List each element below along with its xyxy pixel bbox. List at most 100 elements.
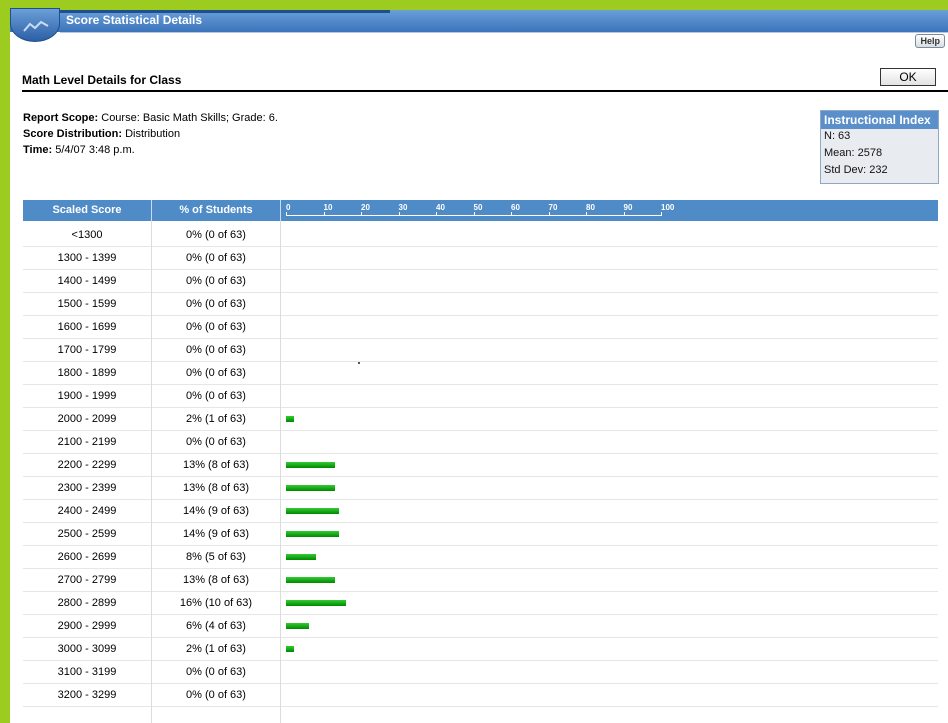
- column-header-percent: % of Students: [179, 204, 253, 216]
- distribution-bar: [286, 623, 309, 629]
- app-logo-icon: [10, 8, 60, 42]
- scale-tick-label: 40: [436, 203, 445, 212]
- distribution-bar: [286, 485, 335, 491]
- scale-tick: [286, 212, 287, 216]
- column-divider: [151, 221, 152, 723]
- distribution-bar: [286, 600, 346, 606]
- scaled-score-cell: 1800 - 1899: [57, 367, 117, 379]
- percent-students-cell: 13% (8 of 63): [182, 482, 250, 494]
- table-row: <1300 0% (0 of 63): [23, 224, 938, 247]
- distribution-bar: [286, 416, 294, 422]
- scale-tick: [548, 212, 550, 216]
- percent-students-cell: 13% (8 of 63): [182, 459, 250, 471]
- scaled-score-cell: 2200 - 2299: [57, 459, 117, 471]
- distribution-bar: [286, 462, 335, 468]
- percent-students-cell: 2% (1 of 63): [186, 643, 246, 655]
- scale-tick: [586, 212, 587, 216]
- page-title: Math Level Details for Class: [22, 73, 182, 87]
- table-row: 2300 - 2399 13% (8 of 63): [23, 477, 938, 500]
- help-button[interactable]: Help: [915, 34, 945, 48]
- scaled-score-cell: 1900 - 1999: [57, 390, 117, 402]
- table-row: 2800 - 2899 16% (10 of 63): [23, 592, 938, 615]
- table-row: 3200 - 3299 0% (0 of 63): [23, 684, 938, 707]
- table-row: 2100 - 2199 0% (0 of 63): [23, 431, 938, 454]
- index-mean: Mean: 2578: [824, 147, 883, 159]
- title-divider: [22, 90, 948, 92]
- report-time-value: 5/4/07 3:48 p.m.: [52, 144, 135, 156]
- scaled-score-cell: 1300 - 1399: [57, 252, 117, 264]
- percent-students-cell: 13% (8 of 63): [182, 574, 250, 586]
- table-header: Scaled Score % of Students 0 10 20 30 40 50 60…: [23, 200, 938, 221]
- scaled-score-cell: 2000 - 2099: [57, 413, 117, 425]
- scaled-score-cell: 2600 - 2699: [57, 551, 117, 563]
- table-row: 1600 - 1699 0% (0 of 63): [23, 316, 938, 339]
- scale-tick-label: 60: [511, 203, 520, 212]
- score-distribution-label: Score Distribution:: [23, 128, 123, 140]
- scale-tick-label: 50: [473, 203, 483, 212]
- table-row: 1800 - 1899 0% (0 of 63): [23, 362, 938, 385]
- table-row: 1400 - 1499 0% (0 of 63): [23, 270, 938, 293]
- table-row: 2200 - 2299 13% (8 of 63): [23, 454, 938, 477]
- table-row: 2700 - 2799 13% (8 of 63): [23, 569, 938, 592]
- scaled-score-cell: 2500 - 2599: [57, 528, 117, 540]
- scale-tick-label: 90: [623, 203, 633, 212]
- scale-tick-label: 0: [286, 203, 291, 212]
- scaled-score-cell: 3100 - 3199: [57, 666, 117, 678]
- instructional-index-title: Instructional Index: [821, 111, 938, 129]
- percent-students-cell: 0% (0 of 63): [186, 436, 246, 448]
- header-divider: [280, 200, 281, 221]
- score-distribution-value: Distribution: [122, 128, 181, 140]
- percent-students-cell: 0% (0 of 63): [186, 298, 246, 310]
- percent-students-cell: 0% (0 of 63): [186, 390, 246, 402]
- table-row: 1900 - 1999 0% (0 of 63): [23, 385, 938, 408]
- table-row: 1700 - 1799 0% (0 of 63): [23, 339, 938, 362]
- scaled-score-cell: 2100 - 2199: [57, 436, 117, 448]
- report-time-label: Time:: [23, 144, 53, 156]
- report-time: Time: 5/4/07 3:48 p.m.: [23, 144, 135, 156]
- scaled-score-cell: 2400 - 2499: [57, 505, 117, 517]
- scaled-score-cell: 2300 - 2399: [57, 482, 117, 494]
- frame-left: [0, 0, 10, 723]
- scaled-score-cell: 3200 - 3299: [57, 689, 117, 701]
- scale-tick: [323, 212, 325, 216]
- table-row: 2000 - 2099 2% (1 of 63): [23, 408, 938, 431]
- scale-tick: [361, 212, 362, 216]
- distribution-bar: [286, 508, 339, 514]
- scale-tick-label: 20: [361, 203, 370, 212]
- percent-students-cell: 16% (10 of 63): [179, 597, 253, 609]
- scaled-score-cell: 1400 - 1499: [57, 275, 117, 287]
- percent-students-cell: 0% (0 of 63): [186, 252, 246, 264]
- scale-tick-label: 100: [661, 203, 675, 212]
- report-scope-label: Report Scope:: [23, 112, 99, 124]
- percent-students-cell: 0% (0 of 63): [186, 275, 246, 287]
- table-row: 1300 - 1399 0% (0 of 63): [23, 247, 938, 270]
- table-row: 3000 - 3099 2% (1 of 63): [23, 638, 938, 661]
- distribution-bar: [286, 646, 294, 652]
- table-row: 1500 - 1599 0% (0 of 63): [23, 293, 938, 316]
- instructional-index-panel: Instructional Index N: 63 Mean: 2578 Std…: [820, 110, 939, 184]
- scaled-score-cell: 2700 - 2799: [57, 574, 117, 586]
- scale-tick-label: 70: [548, 203, 558, 212]
- window-title: Score Statistical Details: [66, 13, 203, 27]
- scale-tick: [436, 212, 437, 216]
- ok-button[interactable]: OK: [880, 68, 936, 86]
- index-n: N: 63: [824, 130, 851, 142]
- percent-students-cell: 14% (9 of 63): [182, 505, 250, 517]
- report-scope-value: Course: Basic Math Skills; Grade: 6.: [98, 112, 278, 124]
- score-distribution: Score Distribution: Distribution: [23, 128, 180, 140]
- scale-tick: [511, 212, 512, 216]
- scale-tick-label: 10: [323, 203, 333, 212]
- scaled-score-cell: 3000 - 3099: [57, 643, 117, 655]
- scaled-score-cell: 1500 - 1599: [57, 298, 117, 310]
- scaled-score-cell: 2900 - 2999: [57, 620, 117, 632]
- distribution-bar: [286, 577, 335, 583]
- distribution-bar: [286, 554, 316, 560]
- scaled-score-cell: 1600 - 1699: [57, 321, 117, 333]
- percent-students-cell: 6% (4 of 63): [186, 620, 246, 632]
- frame-top: [0, 0, 948, 10]
- scale-tick-label: 30: [398, 203, 408, 212]
- table-row: 2400 - 2499 14% (9 of 63): [23, 500, 938, 523]
- scaled-score-cell: <1300: [71, 229, 103, 241]
- percent-students-cell: 8% (5 of 63): [186, 551, 246, 563]
- table-row: 3100 - 3199 0% (0 of 63): [23, 661, 938, 684]
